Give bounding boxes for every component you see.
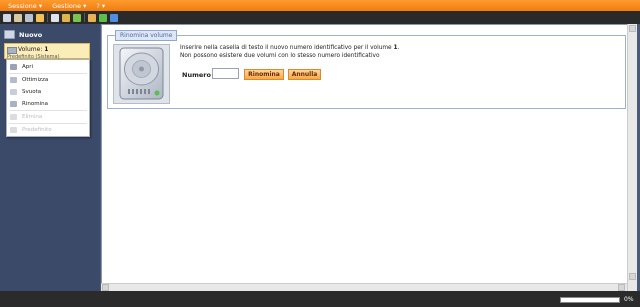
context-menu: Apri Ottimizza Svuota Rinomina Elimina P… — [6, 59, 90, 137]
optimize-icon — [10, 77, 17, 83]
menu-help[interactable]: ? ▾ — [96, 2, 105, 10]
refresh-icon[interactable] — [99, 13, 107, 22]
context-item-empty[interactable]: Svuota — [7, 86, 87, 98]
flag-icon[interactable] — [62, 13, 70, 22]
box-icon[interactable] — [88, 13, 96, 22]
context-item-default: Predefinito — [7, 124, 87, 136]
scroll-left-icon[interactable] — [102, 284, 109, 291]
progress-bar — [560, 297, 620, 303]
delete-icon — [10, 114, 17, 120]
number-input[interactable] — [212, 68, 239, 79]
context-item-optimize[interactable]: Ottimizza — [7, 74, 87, 86]
sidebar-item-volume[interactable]: Volume: 1 Predefinito (Sistema) — [4, 43, 90, 60]
folder-icon[interactable] — [36, 13, 44, 22]
panel-legend: Rinomina volume — [115, 30, 178, 41]
status-bar: 0% — [0, 291, 640, 307]
empty-icon — [10, 89, 17, 95]
progress-text: 0% — [624, 296, 634, 303]
instruction-text: Inserire nella casella di testo il nuovo… — [180, 45, 400, 59]
cancel-button[interactable]: Annulla — [288, 69, 321, 80]
default-icon — [10, 127, 17, 133]
open-icon — [10, 64, 17, 70]
toolbar-separator — [84, 13, 85, 22]
toolbar-separator — [47, 13, 48, 22]
document-icon[interactable] — [51, 13, 59, 22]
number-label: Numero — [182, 71, 211, 79]
new-button[interactable]: Nuovo — [4, 30, 42, 39]
main-panel: Rinomina volume Inserire nella casella d… — [101, 24, 637, 291]
new-label: Nuovo — [19, 30, 43, 39]
context-item-delete: Elimina — [7, 111, 87, 123]
toolbar — [0, 11, 640, 24]
scroll-up-icon[interactable] — [629, 25, 636, 32]
drive-icon — [7, 47, 17, 54]
menu-sessione[interactable]: Sessione ▾ — [8, 2, 42, 10]
context-item-rename[interactable]: Rinomina — [7, 98, 87, 110]
rename-button[interactable]: Rinomina — [244, 69, 284, 80]
network-icon[interactable] — [3, 13, 11, 22]
new-volume-icon — [4, 30, 15, 39]
rename-icon — [10, 101, 17, 107]
rename-volume-panel: Rinomina volume Inserire nella casella d… — [107, 30, 626, 109]
scroll-down-icon[interactable] — [629, 273, 636, 280]
users-icon[interactable] — [14, 13, 22, 22]
hard-disk-icon — [113, 44, 170, 104]
vertical-scrollbar[interactable] — [627, 24, 637, 291]
puzzle-icon[interactable] — [73, 13, 81, 22]
drive-icon[interactable] — [25, 13, 33, 22]
context-item-open[interactable]: Apri — [7, 61, 87, 73]
info-icon[interactable] — [110, 13, 118, 22]
menu-gestione[interactable]: Gestione ▾ — [52, 2, 86, 10]
menu-bar: Sessione ▾ Gestione ▾ ? ▾ — [0, 0, 640, 11]
horizontal-scrollbar[interactable] — [101, 283, 627, 291]
scroll-right-icon[interactable] — [618, 284, 625, 291]
volume-name: Volume: 1 — [18, 46, 49, 53]
